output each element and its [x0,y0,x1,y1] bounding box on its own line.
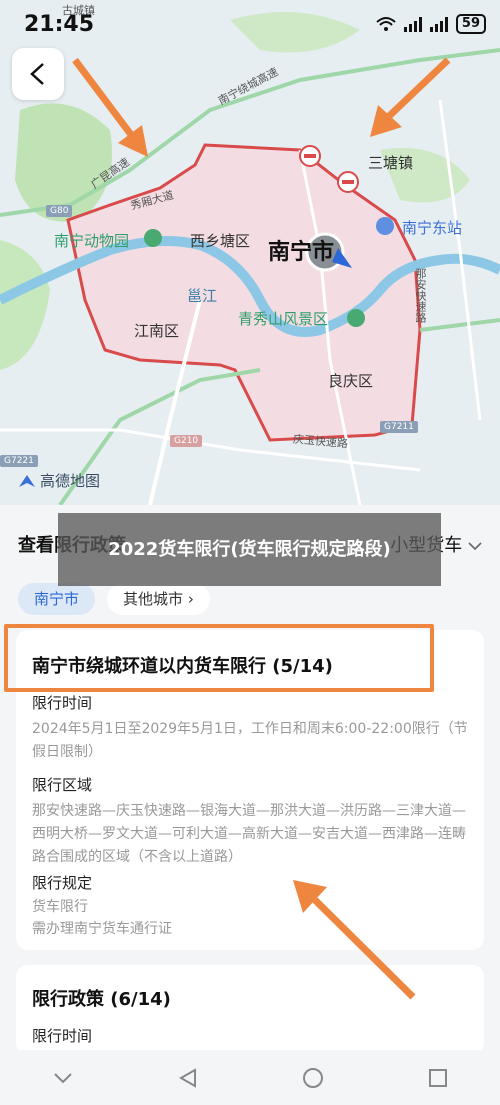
status-bar: 21:45 59 [0,0,500,48]
nav-recents-button[interactable] [418,1058,458,1098]
restriction-area-body: 那安快速路—庆玉快速路—银海大道—那洪大道—洪历路—三津大道—西明大桥—罗文大道… [32,803,466,865]
triangle-back-icon [178,1067,196,1088]
restriction-area-title: 限行区域 [32,776,93,794]
map-label-liangqing: 良庆区 [328,372,374,390]
circle-home-icon [302,1067,323,1088]
map-label-yongjiang: 邕江 [187,287,218,305]
map-logo: 高德地图 [18,470,100,491]
map-label-xixiangtang: 西乡塘区 [190,232,251,250]
policy-card-2-title: 限行政策 (6/14) [32,989,171,1010]
wifi-icon [376,17,396,31]
nav-home-button[interactable] [293,1058,333,1098]
map-label-qingxiushan[interactable]: 青秀山风景区 [238,308,328,329]
restriction-time-title: 限行时间 [32,694,93,712]
map-label-nanning: 南宁市 [268,240,335,265]
annotation-arrow-icon [72,57,148,157]
gaode-logo-icon [19,474,35,487]
back-button[interactable] [12,48,64,100]
annotation-highlight-box [4,624,434,692]
square-recents-icon [428,1068,447,1087]
map-label-jiangnan: 江南区 [134,322,180,340]
title-overlay-banner: 2022货车限行(货车限行规定路段) [58,513,441,586]
road-tag-g7221: G7221 [0,455,38,467]
chevron-left-icon [30,63,44,85]
system-nav-bar [0,1050,500,1105]
map-label-santang: 三塘镇 [368,154,414,172]
restriction-time-body: 2024年5月1日至2029年5月1日，工作日和周末6:00-22:00限行（节… [32,721,468,760]
chip-other-cities[interactable]: 其他城市 › [107,583,210,615]
chip-other-cities-label: 其他城市 [123,590,184,608]
city-chips: 南宁市 其他城市 › [18,583,210,615]
chevron-down-icon [468,542,482,551]
chip-nanning[interactable]: 南宁市 [18,583,96,615]
signal-icon [403,16,422,32]
nav-back-button[interactable] [168,1058,208,1098]
map-label-dongzhan[interactable]: 南宁东站 [402,217,462,238]
annotation-arrow-icon-2 [370,57,451,137]
road-tag-g210: G210 [170,435,203,447]
chevron-right-icon: › [187,590,194,608]
annotation-arrow-icon-3 [293,880,416,1000]
map-logo-text: 高德地图 [40,472,101,490]
policy-card-2-time-title: 限行时间 [32,1027,93,1045]
chevron-down-icon [53,1072,72,1083]
battery-indicator: 59 [455,14,486,34]
status-time: 21:45 [24,12,95,37]
road-tag-g7211: G7211 [380,421,418,433]
policy-sheet[interactable]: 查看限行政策 小型货车 南宁市 其他城市 › 南宁市绕城环道以内货车限行 (5/… [0,505,500,1055]
road-tag-g80: G80 [46,205,73,217]
signal-icon-2 [429,16,448,32]
map-label-naan: 那安快速路 [414,268,427,323]
map-label-zoo[interactable]: 南宁动物园 [54,230,129,251]
restriction-rule-title: 限行规定 [32,874,93,892]
nav-hide-button[interactable] [43,1058,83,1098]
